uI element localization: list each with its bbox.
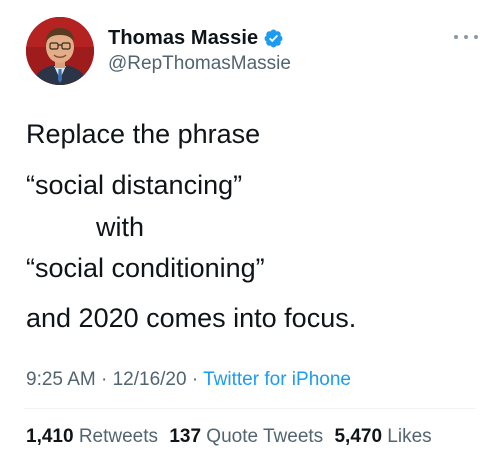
tweet-text-line: Replace the phrase	[26, 119, 261, 149]
meta-separator: ·	[101, 369, 108, 390]
more-options-icon[interactable]	[454, 30, 478, 44]
likes-label: Likes	[387, 426, 432, 447]
tweet-metadata: 9:25 AM · 12/16/20 · Twitter for iPhone	[26, 368, 351, 392]
avatar[interactable]	[26, 17, 94, 85]
tweet-date[interactable]: 12/16/20	[113, 369, 187, 390]
tweet-text-line: “social distancing”	[26, 170, 243, 200]
author-handle[interactable]: @RepThomasMassie	[108, 53, 291, 75]
likes-stat[interactable]: 5,470 Likes	[334, 426, 431, 447]
quote-tweets-stat[interactable]: 137 Quote Tweets	[169, 426, 323, 447]
divider	[24, 408, 476, 409]
meta-separator: ·	[191, 369, 199, 390]
engagement-stats: 1,410 Retweets 137 Quote Tweets 5,470 Li…	[26, 425, 438, 449]
tweet-source-link[interactable]: Twitter for iPhone	[203, 369, 351, 390]
verified-badge-icon	[263, 28, 284, 49]
author-display-name[interactable]: Thomas Massie	[108, 27, 258, 50]
tweet-text-line: and 2020 comes into focus.	[26, 303, 357, 333]
avatar-image	[26, 17, 94, 85]
tweet-text-line: “social conditioning”	[26, 253, 265, 283]
tweet-card: Thomas Massie @RepThomasMassie Replace t…	[0, 0, 500, 458]
tweet-text-line: with	[96, 212, 145, 242]
author-name-row: Thomas Massie	[108, 25, 284, 51]
retweets-label: Retweets	[78, 426, 159, 447]
quote-tweets-label: Quote Tweets	[206, 426, 324, 447]
quote-tweets-count: 137	[169, 426, 202, 447]
likes-count: 5,470	[334, 426, 383, 447]
retweets-count: 1,410	[26, 426, 74, 447]
tweet-time[interactable]: 9:25 AM	[26, 369, 96, 390]
retweets-stat[interactable]: 1,410 Retweets	[26, 426, 158, 447]
